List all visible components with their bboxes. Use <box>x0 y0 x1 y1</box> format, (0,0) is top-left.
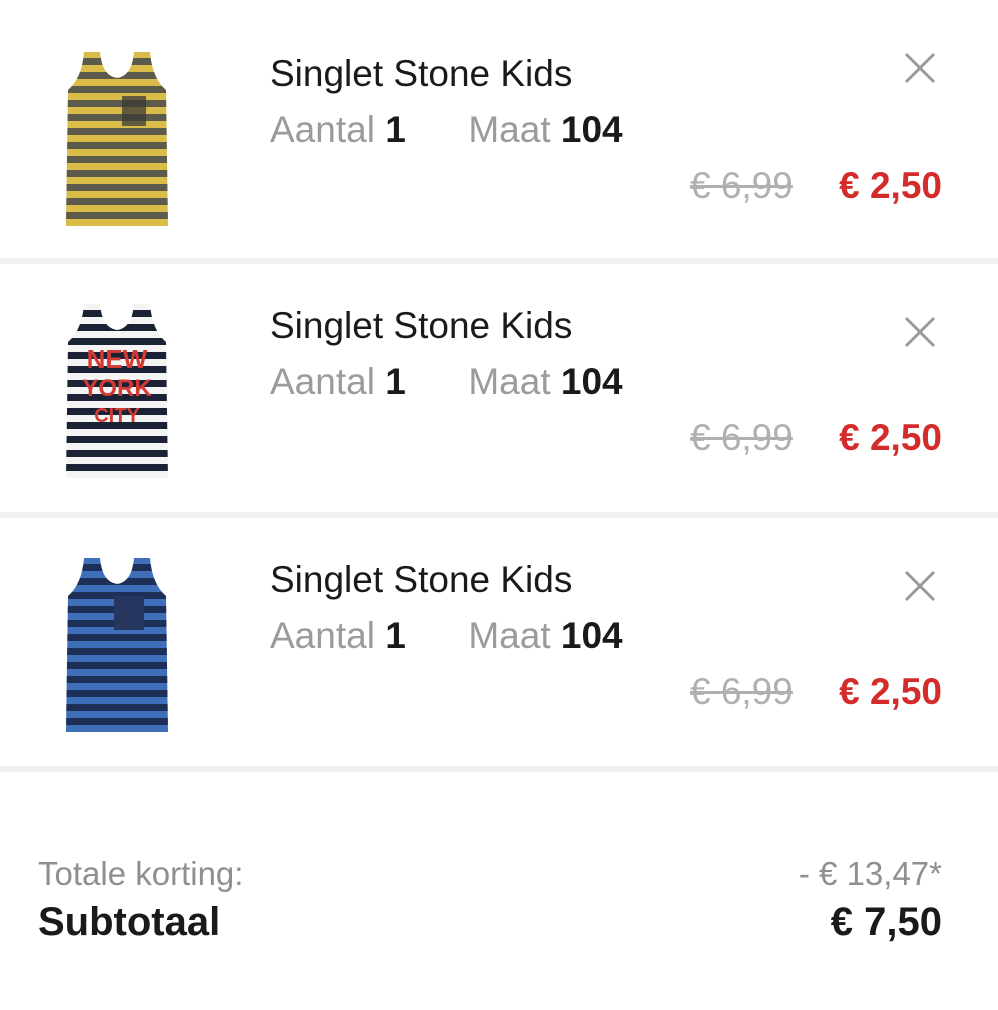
price-row: € 6,99 € 2,50 <box>270 670 942 714</box>
price-row: € 6,99 € 2,50 <box>270 164 942 208</box>
close-icon <box>904 570 936 602</box>
item-info: Singlet Stone Kids Aantal 1 Maat 104 € 6… <box>270 52 942 208</box>
sale-price: € 2,50 <box>839 671 942 712</box>
quantity-value: 1 <box>385 615 406 656</box>
subtotal-label: Subtotaal <box>38 900 221 944</box>
quantity-label: Aantal <box>270 615 375 656</box>
subtotal-value: € 7,50 <box>830 900 942 944</box>
size-label: Maat <box>468 109 551 150</box>
size-label: Maat <box>468 615 551 656</box>
product-title[interactable]: Singlet Stone Kids <box>270 304 942 348</box>
old-price: € 6,99 <box>689 417 793 458</box>
subtotal-row: Subtotaal € 7,50 <box>38 896 942 948</box>
yellow-striped-singlet-image <box>66 52 168 226</box>
quantity-value: 1 <box>385 361 406 402</box>
old-price: € 6,99 <box>689 165 793 206</box>
size-value: 104 <box>560 615 623 656</box>
product-title[interactable]: Singlet Stone Kids <box>270 52 942 96</box>
cart-item: NEW YORK CITY Singlet Stone Kids Aantal … <box>0 264 998 518</box>
product-image[interactable]: NEW YORK CITY <box>62 302 172 482</box>
blue-striped-singlet-image <box>66 558 168 732</box>
discount-value: - € 13,47* <box>798 855 942 892</box>
cart-list: Singlet Stone Kids Aantal 1 Maat 104 € 6… <box>0 0 998 772</box>
quantity-label: Aantal <box>270 361 375 402</box>
discount-row: Totale korting: - € 13,47* <box>38 852 942 896</box>
old-price: € 6,99 <box>689 671 793 712</box>
cart-summary: Totale korting: - € 13,47* Subtotaal € 7… <box>38 852 942 948</box>
product-image[interactable] <box>62 50 172 230</box>
item-meta: Aantal 1 Maat 104 <box>270 614 942 658</box>
remove-item-button[interactable] <box>902 314 938 350</box>
discount-label: Totale korting: <box>38 855 244 892</box>
size-value: 104 <box>560 361 623 402</box>
navy-white-striped-singlet-image: NEW YORK CITY <box>66 304 168 478</box>
close-icon <box>904 316 936 348</box>
item-meta: Aantal 1 Maat 104 <box>270 360 942 404</box>
product-title[interactable]: Singlet Stone Kids <box>270 558 942 602</box>
size-label: Maat <box>468 361 551 402</box>
sale-price: € 2,50 <box>839 165 942 206</box>
remove-item-button[interactable] <box>902 568 938 604</box>
sale-price: € 2,50 <box>839 417 942 458</box>
quantity-label: Aantal <box>270 109 375 150</box>
product-image[interactable] <box>62 556 172 736</box>
item-info: Singlet Stone Kids Aantal 1 Maat 104 € 6… <box>270 558 942 714</box>
size-value: 104 <box>560 109 623 150</box>
shirt-print-line-3: CITY <box>94 405 140 427</box>
shirt-print-line-2: YORK <box>82 375 152 402</box>
quantity-value: 1 <box>385 109 406 150</box>
item-meta: Aantal 1 Maat 104 <box>270 108 942 152</box>
item-info: Singlet Stone Kids Aantal 1 Maat 104 € 6… <box>270 304 942 460</box>
price-row: € 6,99 € 2,50 <box>270 416 942 460</box>
close-icon <box>904 52 936 84</box>
shirt-print-line-1: NEW <box>87 344 148 374</box>
cart-item: Singlet Stone Kids Aantal 1 Maat 104 € 6… <box>0 0 998 264</box>
cart-item: Singlet Stone Kids Aantal 1 Maat 104 € 6… <box>0 518 998 772</box>
remove-item-button[interactable] <box>902 50 938 86</box>
